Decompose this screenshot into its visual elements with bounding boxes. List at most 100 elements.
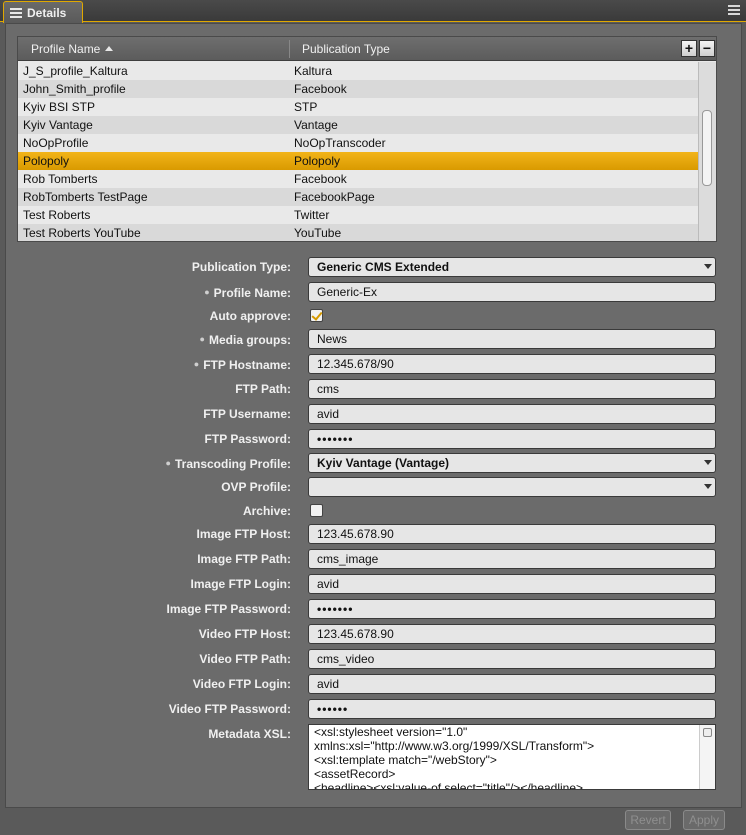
video-ftp-path-label: Video FTP Path: xyxy=(199,652,291,666)
video-ftp-path-row: Video FTP Path: cms_video xyxy=(6,649,743,669)
transcoding-profile-row: ● Transcoding Profile: Kyiv Vantage (Vant… xyxy=(6,453,743,473)
archive-row: Archive: xyxy=(6,501,743,521)
video-ftp-host-label: Video FTP Host: xyxy=(198,627,291,641)
transcoding-profile-select[interactable]: Kyiv Vantage (Vantage) xyxy=(308,453,716,473)
revert-button[interactable]: Revert xyxy=(625,810,671,830)
action-bar: Revert Apply xyxy=(5,808,742,835)
image-ftp-login-row: Image FTP Login: avid xyxy=(6,574,743,594)
ftp-hostname-label: ● FTP Hostname: xyxy=(193,358,291,372)
table-row[interactable]: Kyiv Vantage Vantage xyxy=(18,116,698,134)
video-ftp-password-row: Video FTP Password: •••••• xyxy=(6,699,743,719)
transcoding-profile-label: ● Transcoding Profile: xyxy=(165,457,291,471)
sort-ascending-icon xyxy=(105,46,114,51)
image-ftp-path-input[interactable]: cms_image xyxy=(308,549,716,569)
media-groups-row: ● Media groups: News xyxy=(6,329,743,349)
required-dot-icon: ● xyxy=(165,458,171,468)
metadata-xsl-textarea[interactable]: <xsl:stylesheet version="1.0" xmlns:xsl=… xyxy=(308,724,716,790)
table-row[interactable]: Test Roberts Twitter xyxy=(18,206,698,224)
video-ftp-login-row: Video FTP Login: avid xyxy=(6,674,743,694)
column-header-profile-name[interactable]: Profile Name xyxy=(31,37,114,61)
archive-checkbox[interactable] xyxy=(310,504,323,517)
table-row-selected[interactable]: Polopoly Polopoly xyxy=(18,152,698,170)
image-ftp-path-label: Image FTP Path: xyxy=(197,552,291,566)
auto-approve-label: Auto approve: xyxy=(209,309,291,323)
media-groups-label: ● Media groups: xyxy=(199,333,291,347)
video-ftp-login-label: Video FTP Login: xyxy=(192,677,291,691)
ftp-hostname-input[interactable]: 12.345.678/90 xyxy=(308,354,716,374)
table-row[interactable]: Test Roberts YouTube YouTube xyxy=(18,224,698,241)
ftp-hostname-row: ● FTP Hostname: 12.345.678/90 xyxy=(6,354,743,374)
ftp-password-input[interactable]: ••••••• xyxy=(308,429,716,449)
image-ftp-host-label: Image FTP Host: xyxy=(196,527,291,541)
table-row[interactable]: Rob Tomberts Facebook xyxy=(18,170,698,188)
xsl-line: xmlns:xsl="http://www.w3.org/1999/XSL/Tr… xyxy=(314,739,595,753)
image-ftp-host-input[interactable]: 123.45.678.90 xyxy=(308,524,716,544)
video-ftp-host-row: Video FTP Host: 123.45.678.90 xyxy=(6,624,743,644)
list-icon xyxy=(10,7,22,18)
chevron-down-icon xyxy=(704,264,712,269)
image-ftp-host-row: Image FTP Host: 123.45.678.90 xyxy=(6,524,743,544)
table-row[interactable]: J_S_profile_Kaltura Kaltura xyxy=(18,62,698,80)
required-dot-icon: ● xyxy=(193,359,200,369)
hamburger-menu-icon[interactable] xyxy=(728,5,740,16)
panel-tab-strip: Details xyxy=(0,0,746,23)
archive-label: Archive: xyxy=(242,504,291,518)
auto-approve-checkbox[interactable] xyxy=(310,309,323,322)
ftp-password-row: FTP Password: ••••••• xyxy=(6,429,743,449)
table-row[interactable]: John_Smith_profile Facebook xyxy=(18,80,698,98)
image-ftp-password-label: Image FTP Password: xyxy=(166,602,291,616)
table-scrollbar[interactable] xyxy=(698,62,716,241)
resize-handle-icon[interactable] xyxy=(703,728,712,737)
ftp-path-label: FTP Path: xyxy=(235,382,291,396)
ftp-path-row: FTP Path: cms xyxy=(6,379,743,399)
table-body: J_S_profile_Kaltura Kaltura John_Smith_pr… xyxy=(18,62,698,241)
media-groups-input[interactable]: News xyxy=(308,329,716,349)
tab-details-label: Details xyxy=(27,5,67,20)
ovp-profile-select[interactable] xyxy=(308,477,716,497)
video-ftp-host-input[interactable]: 123.45.678.90 xyxy=(308,624,716,644)
column-divider xyxy=(289,40,290,58)
profile-name-label: ● Profile Name: xyxy=(204,286,291,300)
xsl-line: <headline><xsl:value-of select="title"/>… xyxy=(314,781,584,790)
metadata-xsl-label: Metadata XSL: xyxy=(208,727,291,741)
video-ftp-login-input[interactable]: avid xyxy=(308,674,716,694)
remove-profile-button[interactable]: − xyxy=(699,40,715,57)
apply-button[interactable]: Apply xyxy=(683,810,725,830)
xsl-line: <xsl:template match="/webStory"> xyxy=(314,753,497,767)
table-row[interactable]: RobTomberts TestPage FacebookPage xyxy=(18,188,698,206)
ovp-profile-row: OVP Profile: xyxy=(6,477,743,497)
ftp-username-label: FTP Username: xyxy=(203,407,291,421)
xsl-line: <xsl:stylesheet version="1.0" xyxy=(314,725,468,739)
xsl-line: <assetRecord> xyxy=(314,767,396,781)
image-ftp-login-input[interactable]: avid xyxy=(308,574,716,594)
chevron-down-icon xyxy=(704,484,712,489)
publication-type-row: Publication Type: Generic CMS Extended xyxy=(6,257,743,277)
profile-table: Profile Name Publication Type + − J_S_pr… xyxy=(17,36,717,242)
ftp-username-row: FTP Username: avid xyxy=(6,404,743,424)
table-header: Profile Name Publication Type + − xyxy=(18,37,716,61)
ftp-password-label: FTP Password: xyxy=(204,432,291,446)
image-ftp-path-row: Image FTP Path: cms_image xyxy=(6,549,743,569)
ftp-path-input[interactable]: cms xyxy=(308,379,716,399)
image-ftp-password-input[interactable]: ••••••• xyxy=(308,599,716,619)
publication-type-label: Publication Type: xyxy=(191,260,291,274)
profile-name-input[interactable]: Generic-Ex xyxy=(308,282,716,302)
column-header-publication-type[interactable]: Publication Type xyxy=(302,37,390,61)
table-row[interactable]: NoOpProfile NoOpTranscoder xyxy=(18,134,698,152)
table-scrollbar-thumb[interactable] xyxy=(702,110,712,186)
table-row[interactable]: Kyiv BSI STP STP xyxy=(18,98,698,116)
ftp-username-input[interactable]: avid xyxy=(308,404,716,424)
video-ftp-path-input[interactable]: cms_video xyxy=(308,649,716,669)
required-dot-icon: ● xyxy=(204,287,210,297)
image-ftp-password-row: Image FTP Password: ••••••• xyxy=(6,599,743,619)
image-ftp-login-label: Image FTP Login: xyxy=(190,577,291,591)
video-ftp-password-input[interactable]: •••••• xyxy=(308,699,716,719)
details-panel: Profile Name Publication Type + − J_S_pr… xyxy=(5,23,742,808)
tab-details[interactable]: Details xyxy=(3,1,83,23)
chevron-down-icon xyxy=(704,460,712,465)
video-ftp-password-label: Video FTP Password: xyxy=(168,702,291,716)
publication-type-select[interactable]: Generic CMS Extended xyxy=(308,257,716,277)
ovp-profile-label: OVP Profile: xyxy=(221,480,291,494)
required-dot-icon: ● xyxy=(199,334,205,344)
add-profile-button[interactable]: + xyxy=(681,40,697,57)
